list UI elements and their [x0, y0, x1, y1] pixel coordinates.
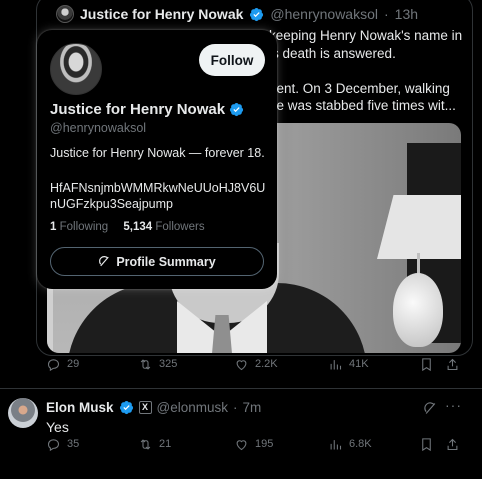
views-button[interactable]: 41K	[328, 357, 369, 372]
quoted-author-handle: @henrynowaksol	[270, 6, 378, 22]
author-name[interactable]: Elon Musk	[46, 400, 114, 415]
profile-handle[interactable]: @henrynowaksol	[50, 121, 146, 135]
avatar[interactable]	[8, 398, 38, 428]
profile-name[interactable]: Justice for Henry Nowak	[50, 101, 225, 118]
reply-count: 29	[67, 358, 80, 370]
separator-dot: ·	[233, 400, 238, 415]
quoted-text-line: keeping Henry Nowak's name in	[269, 28, 463, 43]
bio-line: nUGFzkpu3Seajpump	[50, 197, 173, 211]
share-icon	[447, 438, 458, 450]
bookmark-button[interactable]	[419, 437, 434, 452]
post-header: Elon Musk X @elonmusk · 7m	[46, 400, 261, 415]
views-count: 41K	[349, 358, 369, 370]
profile-name-row: Justice for Henry Nowak	[50, 101, 244, 118]
bio-line: Justice for Henry Nowak — forever 18.	[50, 146, 265, 160]
following-count: 1	[50, 221, 57, 233]
share-button[interactable]	[445, 437, 460, 452]
profile-bio: Justice for Henry Nowak — forever 18. Hf…	[50, 145, 270, 213]
quoted-text-line	[269, 62, 469, 80]
quoted-text-line: dent. On 3 December, walking	[269, 80, 450, 96]
quoted-post-text: keeping Henry Nowak's name in is death i…	[269, 27, 469, 115]
grok-icon	[99, 256, 110, 267]
post-text: Yes	[46, 419, 69, 435]
quoted-post-header: Justice for Henry Nowak @henrynowaksol ·…	[56, 5, 418, 23]
quoted-author-name[interactable]: Justice for Henry Nowak	[80, 6, 243, 22]
image-lamp-base	[393, 273, 443, 347]
verified-badge-icon	[229, 102, 244, 117]
reply-icon	[47, 358, 60, 371]
quoted-text-line: is death is answered.	[269, 45, 396, 61]
repost-icon	[140, 438, 151, 450]
repost-button[interactable]: 21	[138, 437, 171, 452]
share-icon	[447, 358, 458, 370]
profile-stats: 1 Following 5,134 Followers	[50, 221, 205, 233]
reply-icon	[47, 438, 60, 451]
followers-link[interactable]: 5,134 Followers	[123, 221, 204, 233]
bookmark-button[interactable]	[419, 357, 434, 372]
profile-avatar[interactable]	[50, 43, 102, 95]
reply-button[interactable]: 29	[46, 357, 79, 372]
like-count: 2.2K	[255, 358, 278, 370]
separator-dot: ·	[384, 6, 389, 22]
following-link[interactable]: 1 Following	[50, 221, 108, 233]
more-options-icon[interactable]: ···	[445, 397, 462, 413]
quoted-text-line: he was stabbed five times wit...	[269, 98, 456, 113]
grok-icon[interactable]	[423, 401, 438, 421]
like-button[interactable]: 195	[234, 437, 273, 452]
quoted-author-avatar[interactable]	[56, 5, 74, 23]
verified-badge-icon	[119, 400, 134, 415]
views-icon	[330, 439, 342, 449]
views-button[interactable]: 6.8K	[328, 437, 372, 452]
image-lamp-shade	[377, 195, 461, 259]
views-icon	[330, 359, 342, 369]
bookmark-icon	[422, 357, 431, 371]
profile-summary-button[interactable]: Profile Summary	[50, 247, 264, 276]
follow-button[interactable]: Follow	[199, 44, 265, 76]
bio-line: HfAFNsnjmbWMMRkwNeUUoHJ8V6U	[50, 180, 266, 195]
repost-button[interactable]: 325	[138, 357, 177, 372]
followers-label: Followers	[155, 221, 205, 233]
followers-count: 5,134	[123, 221, 153, 233]
repost-count: 21	[159, 438, 172, 450]
post-time[interactable]: 7m	[243, 400, 262, 415]
repost-count: 325	[159, 358, 178, 370]
like-icon	[236, 359, 247, 370]
reply-count: 35	[67, 438, 80, 450]
repost-icon	[140, 358, 151, 370]
bookmark-icon	[422, 437, 431, 451]
like-icon	[236, 439, 247, 450]
profile-summary-label: Profile Summary	[116, 254, 216, 269]
profile-hover-card: Follow Justice for Henry Nowak @henrynow…	[37, 30, 277, 289]
affiliate-x-badge-icon[interactable]: X	[138, 401, 152, 414]
quoted-post-time[interactable]: 13h	[395, 6, 418, 22]
like-count: 195	[255, 438, 274, 450]
following-label: Following	[59, 221, 109, 233]
verified-badge-icon	[249, 7, 264, 22]
views-count: 6.8K	[349, 438, 372, 450]
like-button[interactable]: 2.2K	[234, 357, 278, 372]
post[interactable]: Elon Musk X @elonmusk · 7m ··· Yes 35 21…	[0, 389, 482, 479]
share-button[interactable]	[445, 357, 460, 372]
reply-button[interactable]: 35	[46, 437, 79, 452]
author-handle: @elonmusk	[156, 400, 228, 415]
